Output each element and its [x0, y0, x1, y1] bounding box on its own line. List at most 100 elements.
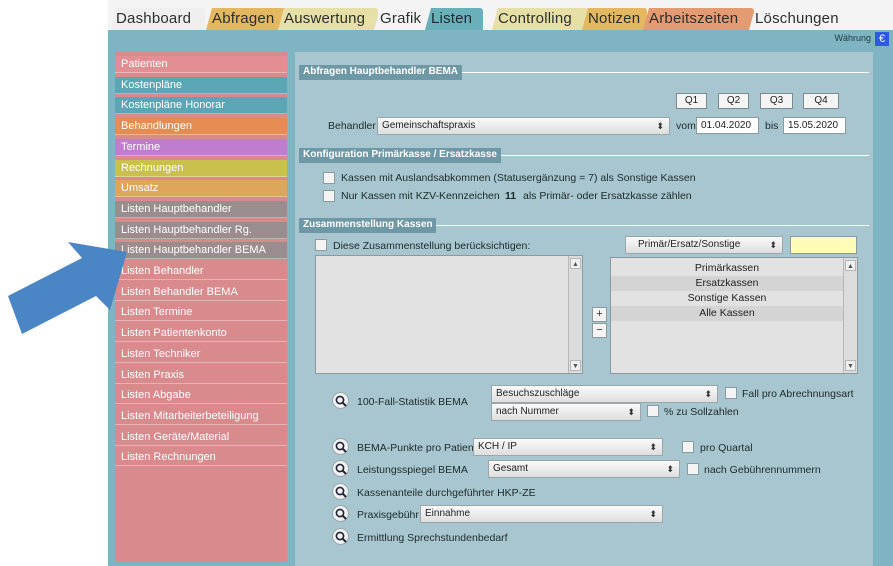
- tab-grafik[interactable]: Grafik: [374, 8, 429, 30]
- tab-controlling[interactable]: Controlling: [492, 8, 589, 30]
- select-arrows-icon: ⬍: [704, 389, 712, 399]
- fallstatistik-label: 100-Fall-Statistik BEMA: [357, 396, 468, 408]
- quarter-button-q3[interactable]: Q3: [760, 93, 793, 109]
- zusammenstellung-checkbox[interactable]: [315, 239, 327, 251]
- sidebar-item[interactable]: Listen Geräte/Material: [115, 428, 287, 446]
- sidebar-item[interactable]: Kostenpläne: [115, 76, 287, 94]
- bema-punkte-select[interactable]: KCH / IP ⬍: [473, 438, 663, 456]
- behandler-select-value: Gemeinschaftspraxis: [382, 120, 476, 131]
- select-arrows-icon: ⬍: [666, 464, 674, 474]
- scroll-down-icon[interactable]: ▼: [570, 360, 581, 371]
- vom-date-input[interactable]: 01.04.2020: [696, 117, 759, 134]
- list-item[interactable]: Alle Kassen: [611, 306, 843, 321]
- select-arrows-icon: ⬍: [656, 121, 664, 131]
- magnifier-icon[interactable]: [332, 483, 349, 500]
- tab-loeschungen[interactable]: Löschungen: [749, 8, 849, 30]
- sidebar-item[interactable]: Kostenpläne Honorar: [115, 97, 287, 115]
- scroll-down-icon[interactable]: ▼: [845, 360, 856, 371]
- kzv-checkbox-label: Nur Kassen mit KZV-Kennzeichen: [341, 190, 500, 202]
- fallstatistik-sort-value: nach Nummer: [496, 406, 559, 417]
- kassen-left-list[interactable]: ▲ ▼: [315, 255, 583, 374]
- fallstatistik-select[interactable]: Besuchszuschläge ⬍: [491, 385, 718, 403]
- kassen-type-select[interactable]: Primär/Ersatz/Sonstige ⬍: [625, 236, 783, 254]
- praxisgebuehr-select[interactable]: Einnahme ⬍: [420, 505, 663, 523]
- sidebar-item[interactable]: Listen Hauptbehandler BEMA: [115, 242, 287, 260]
- sidebar-item[interactable]: Listen Behandler BEMA: [115, 283, 287, 301]
- bema-punkte-label: BEMA-Punkte pro Patient: [357, 442, 477, 454]
- sidebar-item[interactable]: Listen Abgabe: [115, 387, 287, 405]
- sidebar-item[interactable]: Listen Hauptbehandler Rg.: [115, 221, 287, 239]
- magnifier-icon[interactable]: [332, 505, 349, 522]
- list-item[interactable]: Sonstige Kassen: [611, 291, 843, 306]
- select-arrows-icon: ⬍: [627, 407, 635, 417]
- sidebar-item[interactable]: Listen Termine: [115, 304, 287, 322]
- section-title-hauptbehandler: Abfragen Hauptbehandler BEMA: [299, 65, 463, 80]
- kassen-filter-input[interactable]: [790, 236, 857, 254]
- nach-gebuehrennummern-label: nach Gebührennummern: [704, 464, 821, 476]
- sidebar-item[interactable]: Listen Praxis: [115, 366, 287, 384]
- sidebar-item[interactable]: Rechnungen: [115, 159, 287, 177]
- magnifier-icon[interactable]: [332, 528, 349, 545]
- tab-listen[interactable]: Listen: [425, 8, 483, 30]
- list-item[interactable]: Ersatzkassen: [611, 276, 843, 291]
- scroll-up-icon[interactable]: ▲: [845, 260, 856, 271]
- fallstatistik-sort-select[interactable]: nach Nummer ⬍: [491, 403, 641, 421]
- leistungsspiegel-select[interactable]: Gesamt ⬍: [488, 460, 680, 478]
- kzv-checkbox[interactable]: [323, 190, 335, 202]
- sidebar-item[interactable]: Listen Hauptbehandler: [115, 200, 287, 218]
- section-title-zusammenstellung: Zusammenstellung Kassen: [299, 218, 437, 233]
- tab-arbeitszeiten[interactable]: Arbeitszeiten: [643, 8, 754, 30]
- fall-pro-abrechnungsart-label: Fall pro Abrechnungsart: [742, 388, 854, 400]
- scrollbar[interactable]: ▲ ▼: [568, 256, 582, 373]
- sidebar-item[interactable]: Behandlungen: [115, 118, 287, 136]
- bis-date-input[interactable]: 15.05.2020: [783, 117, 846, 134]
- magnifier-icon[interactable]: [332, 392, 349, 409]
- magnifier-icon[interactable]: [332, 438, 349, 455]
- tab-abfragen[interactable]: Abfragen: [206, 8, 286, 30]
- sidebar-item[interactable]: Listen Rechnungen: [115, 449, 287, 467]
- pro-quartal-label: pro Quartal: [700, 442, 753, 454]
- scrollbar[interactable]: ▲ ▼: [843, 258, 857, 373]
- quarter-button-q4[interactable]: Q4: [803, 93, 839, 109]
- tab-dashboard[interactable]: Dashboard: [110, 8, 205, 30]
- nach-gebuehrennummern-checkbox[interactable]: [687, 463, 699, 475]
- kassenanteile-label: Kassenanteile durchgeführter HKP-ZE: [357, 487, 536, 499]
- sidebar-item[interactable]: Listen Behandler: [115, 263, 287, 280]
- ausland-checkbox[interactable]: [323, 172, 335, 184]
- sidebar-item[interactable]: Listen Mitarbeiterbeteiligung: [115, 407, 287, 425]
- tab-notizen[interactable]: Notizen: [582, 8, 647, 30]
- sidebar-item[interactable]: Umsatz: [115, 180, 287, 198]
- remove-kasse-button[interactable]: −: [592, 323, 607, 338]
- sidebar: Patienten Kostenpläne Kostenpläne Honorar B…: [115, 52, 287, 562]
- vom-label: vom: [676, 120, 696, 132]
- praxisgebuehr-select-value: Einnahme: [425, 508, 471, 519]
- quarter-button-q2[interactable]: Q2: [718, 93, 749, 109]
- euro-icon[interactable]: €: [875, 32, 889, 46]
- currency-label: Währung: [834, 33, 871, 43]
- behandler-select[interactable]: Gemeinschaftspraxis ⬍: [377, 117, 670, 135]
- sidebar-item[interactable]: Listen Patientenkonto: [115, 325, 287, 343]
- pointer-arrow-icon: [8, 242, 127, 334]
- kzv-number: 11: [505, 190, 517, 202]
- fall-pro-abrechnungsart-checkbox[interactable]: [725, 387, 737, 399]
- kzv-checkbox-suffix: als Primär- oder Ersatzkasse zählen: [523, 190, 692, 202]
- magnifier-icon[interactable]: [332, 460, 349, 477]
- leistungsspiegel-label: Leistungsspiegel BEMA: [357, 464, 468, 476]
- list-item[interactable]: Primärkassen: [611, 261, 843, 276]
- sidebar-item[interactable]: Termine: [115, 138, 287, 156]
- sidebar-item[interactable]: Patienten: [115, 56, 287, 73]
- quarter-button-q1[interactable]: Q1: [676, 93, 707, 109]
- currency-bar: Währung €: [108, 30, 893, 48]
- tab-bar: Dashboard Abfragen Auswertung Grafik Lis…: [108, 0, 893, 34]
- kassen-right-list[interactable]: Primärkassen Ersatzkassen Sonstige Kasse…: [610, 257, 858, 374]
- zu-sollzahlen-checkbox[interactable]: [647, 405, 659, 417]
- scroll-up-icon[interactable]: ▲: [570, 258, 581, 269]
- praxisgebuehr-label: Praxisgebühr: [357, 509, 419, 521]
- pro-quartal-checkbox[interactable]: [682, 441, 694, 453]
- bis-label: bis: [765, 120, 779, 132]
- add-kasse-button[interactable]: +: [592, 307, 607, 322]
- fallstatistik-select-value: Besuchszuschläge: [496, 388, 580, 399]
- sidebar-item[interactable]: Listen Techniker: [115, 345, 287, 363]
- zusammenstellung-checkbox-label: Diese Zusammenstellung berücksichtigen:: [333, 240, 531, 252]
- tab-auswertung[interactable]: Auswertung: [278, 8, 378, 30]
